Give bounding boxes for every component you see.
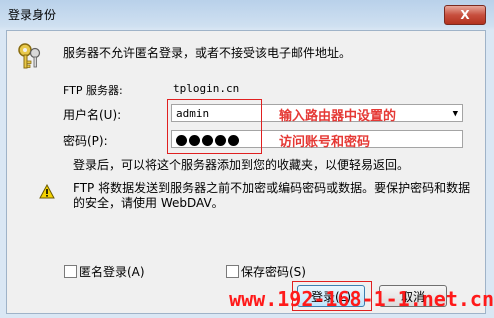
username-label: 用户名(U): xyxy=(63,108,122,122)
warning-text: FTP 将数据发送到服务器之前不加密或编码密码或数据。要保护密码和数据的安全，请… xyxy=(73,181,471,210)
keys-icon xyxy=(18,43,41,69)
watermark: www.192-168-1-1.net.cn xyxy=(229,287,494,311)
annotation-highlight xyxy=(167,99,262,154)
annotation-line-2: 访问账号和密码 xyxy=(279,135,371,150)
anonymous-login-checkbox[interactable] xyxy=(64,265,77,278)
save-password-label[interactable]: 保存密码(S) xyxy=(241,263,306,280)
dropdown-arrow-icon[interactable]: ▼ xyxy=(453,105,458,123)
login-dialog: 登录身份 X 服务器不允许匿名登录，或者不接受该电子邮件地址。 FTP 服务器:… xyxy=(0,0,494,318)
title-bar: 登录身份 X xyxy=(0,0,494,30)
ftp-server-label: FTP 服务器: xyxy=(63,84,123,97)
password-label: 密码(P): xyxy=(63,134,108,148)
warning-icon xyxy=(39,184,55,199)
window-title: 登录身份 xyxy=(8,8,57,22)
anonymous-login-label[interactable]: 匿名登录(A) xyxy=(79,263,145,280)
info-text: 登录后，可以将这个服务器添加到您的收藏夹，以便轻易返回。 xyxy=(73,158,410,172)
dialog-body: 服务器不允许匿名登录，或者不接受该电子邮件地址。 FTP 服务器: tplogi… xyxy=(6,30,486,314)
close-button[interactable]: X xyxy=(444,5,486,25)
ftp-server-value: tplogin.cn xyxy=(173,82,240,95)
error-message: 服务器不允许匿名登录，或者不接受该电子邮件地址。 xyxy=(63,46,352,60)
annotation-line-1: 输入路由器中设置的 xyxy=(279,109,397,124)
save-password-checkbox[interactable] xyxy=(226,265,239,278)
